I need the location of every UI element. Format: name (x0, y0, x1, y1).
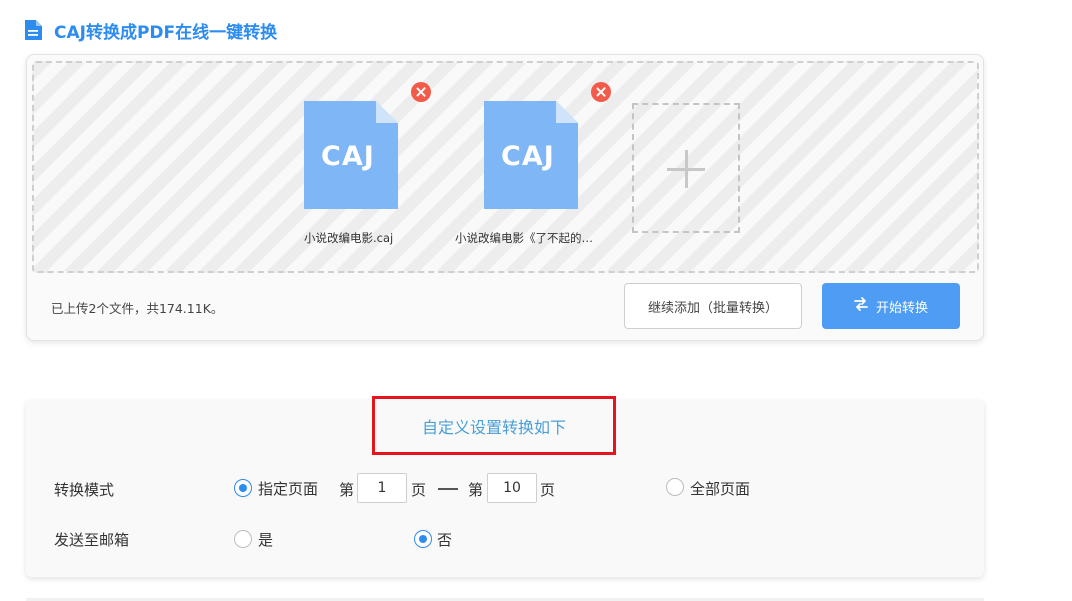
page: CAJ转换成PDF在线一键转换 CAJ 小说改编电影.caj CAJ 小说改编电… (0, 0, 1072, 601)
file-type-label: CAJ (321, 141, 375, 172)
remove-file-button[interactable] (411, 82, 431, 102)
conversion-mode-label: 转换模式 (54, 481, 115, 499)
radio-specified-pages[interactable] (234, 479, 252, 497)
settings-title-text: 自定义设置转换如下 (421, 417, 566, 437)
page-to-unit: 页 (540, 481, 556, 499)
page-to-prefix: 第 (468, 481, 484, 499)
range-dash (438, 488, 458, 490)
continue-add-button[interactable]: 继续添加（批量转换） (624, 283, 802, 329)
all-pages-label[interactable]: 全部页面 (690, 478, 750, 499)
plus-icon-vertical (685, 150, 688, 188)
specified-pages-label[interactable]: 指定页面 (258, 478, 318, 499)
page-to-input[interactable] (487, 473, 537, 503)
page-from-unit: 页 (411, 481, 427, 499)
settings-title: 自定义设置转换如下 (372, 396, 616, 455)
file-drop-zone[interactable]: CAJ 小说改编电影.caj CAJ 小说改编电影《了不起的… (32, 61, 979, 273)
start-convert-label: 开始转换 (875, 300, 928, 316)
add-file-button[interactable] (632, 103, 740, 233)
page-title: CAJ转换成PDF在线一键转换 (54, 22, 278, 43)
radio-email-yes[interactable] (234, 530, 252, 548)
upload-status-text: 已上传2个文件，共174.11K。 (51, 301, 224, 316)
email-no-label[interactable]: 否 (437, 529, 452, 550)
page-from-prefix: 第 (339, 481, 355, 499)
file-item: CAJ 小说改编电影《了不起的… (34, 63, 611, 253)
continue-add-label: 继续添加（批量转换） (647, 300, 778, 316)
radio-email-no[interactable] (414, 530, 432, 548)
file-type-label: CAJ (501, 141, 555, 172)
swap-icon (854, 297, 868, 315)
file-name: 小说改编电影.caj (304, 231, 394, 245)
remove-file-button[interactable] (591, 82, 611, 102)
radio-all-pages[interactable] (666, 478, 684, 496)
page-header: CAJ转换成PDF在线一键转换 (25, 18, 278, 43)
email-yes-label[interactable]: 是 (258, 529, 273, 550)
send-email-label: 发送至邮箱 (54, 531, 130, 549)
conversion-settings-panel: 自定义设置转换如下 转换模式 指定页面 第 页 第 页 全部页面 发送至邮箱 是… (26, 396, 984, 577)
page-from-input[interactable] (357, 473, 407, 503)
document-icon (25, 20, 42, 40)
start-convert-button[interactable]: 开始转换 (822, 283, 960, 329)
upload-panel: CAJ 小说改编电影.caj CAJ 小说改编电影《了不起的… 已上传2个文件，… (26, 54, 984, 341)
file-name: 小说改编电影《了不起的… (455, 231, 593, 245)
